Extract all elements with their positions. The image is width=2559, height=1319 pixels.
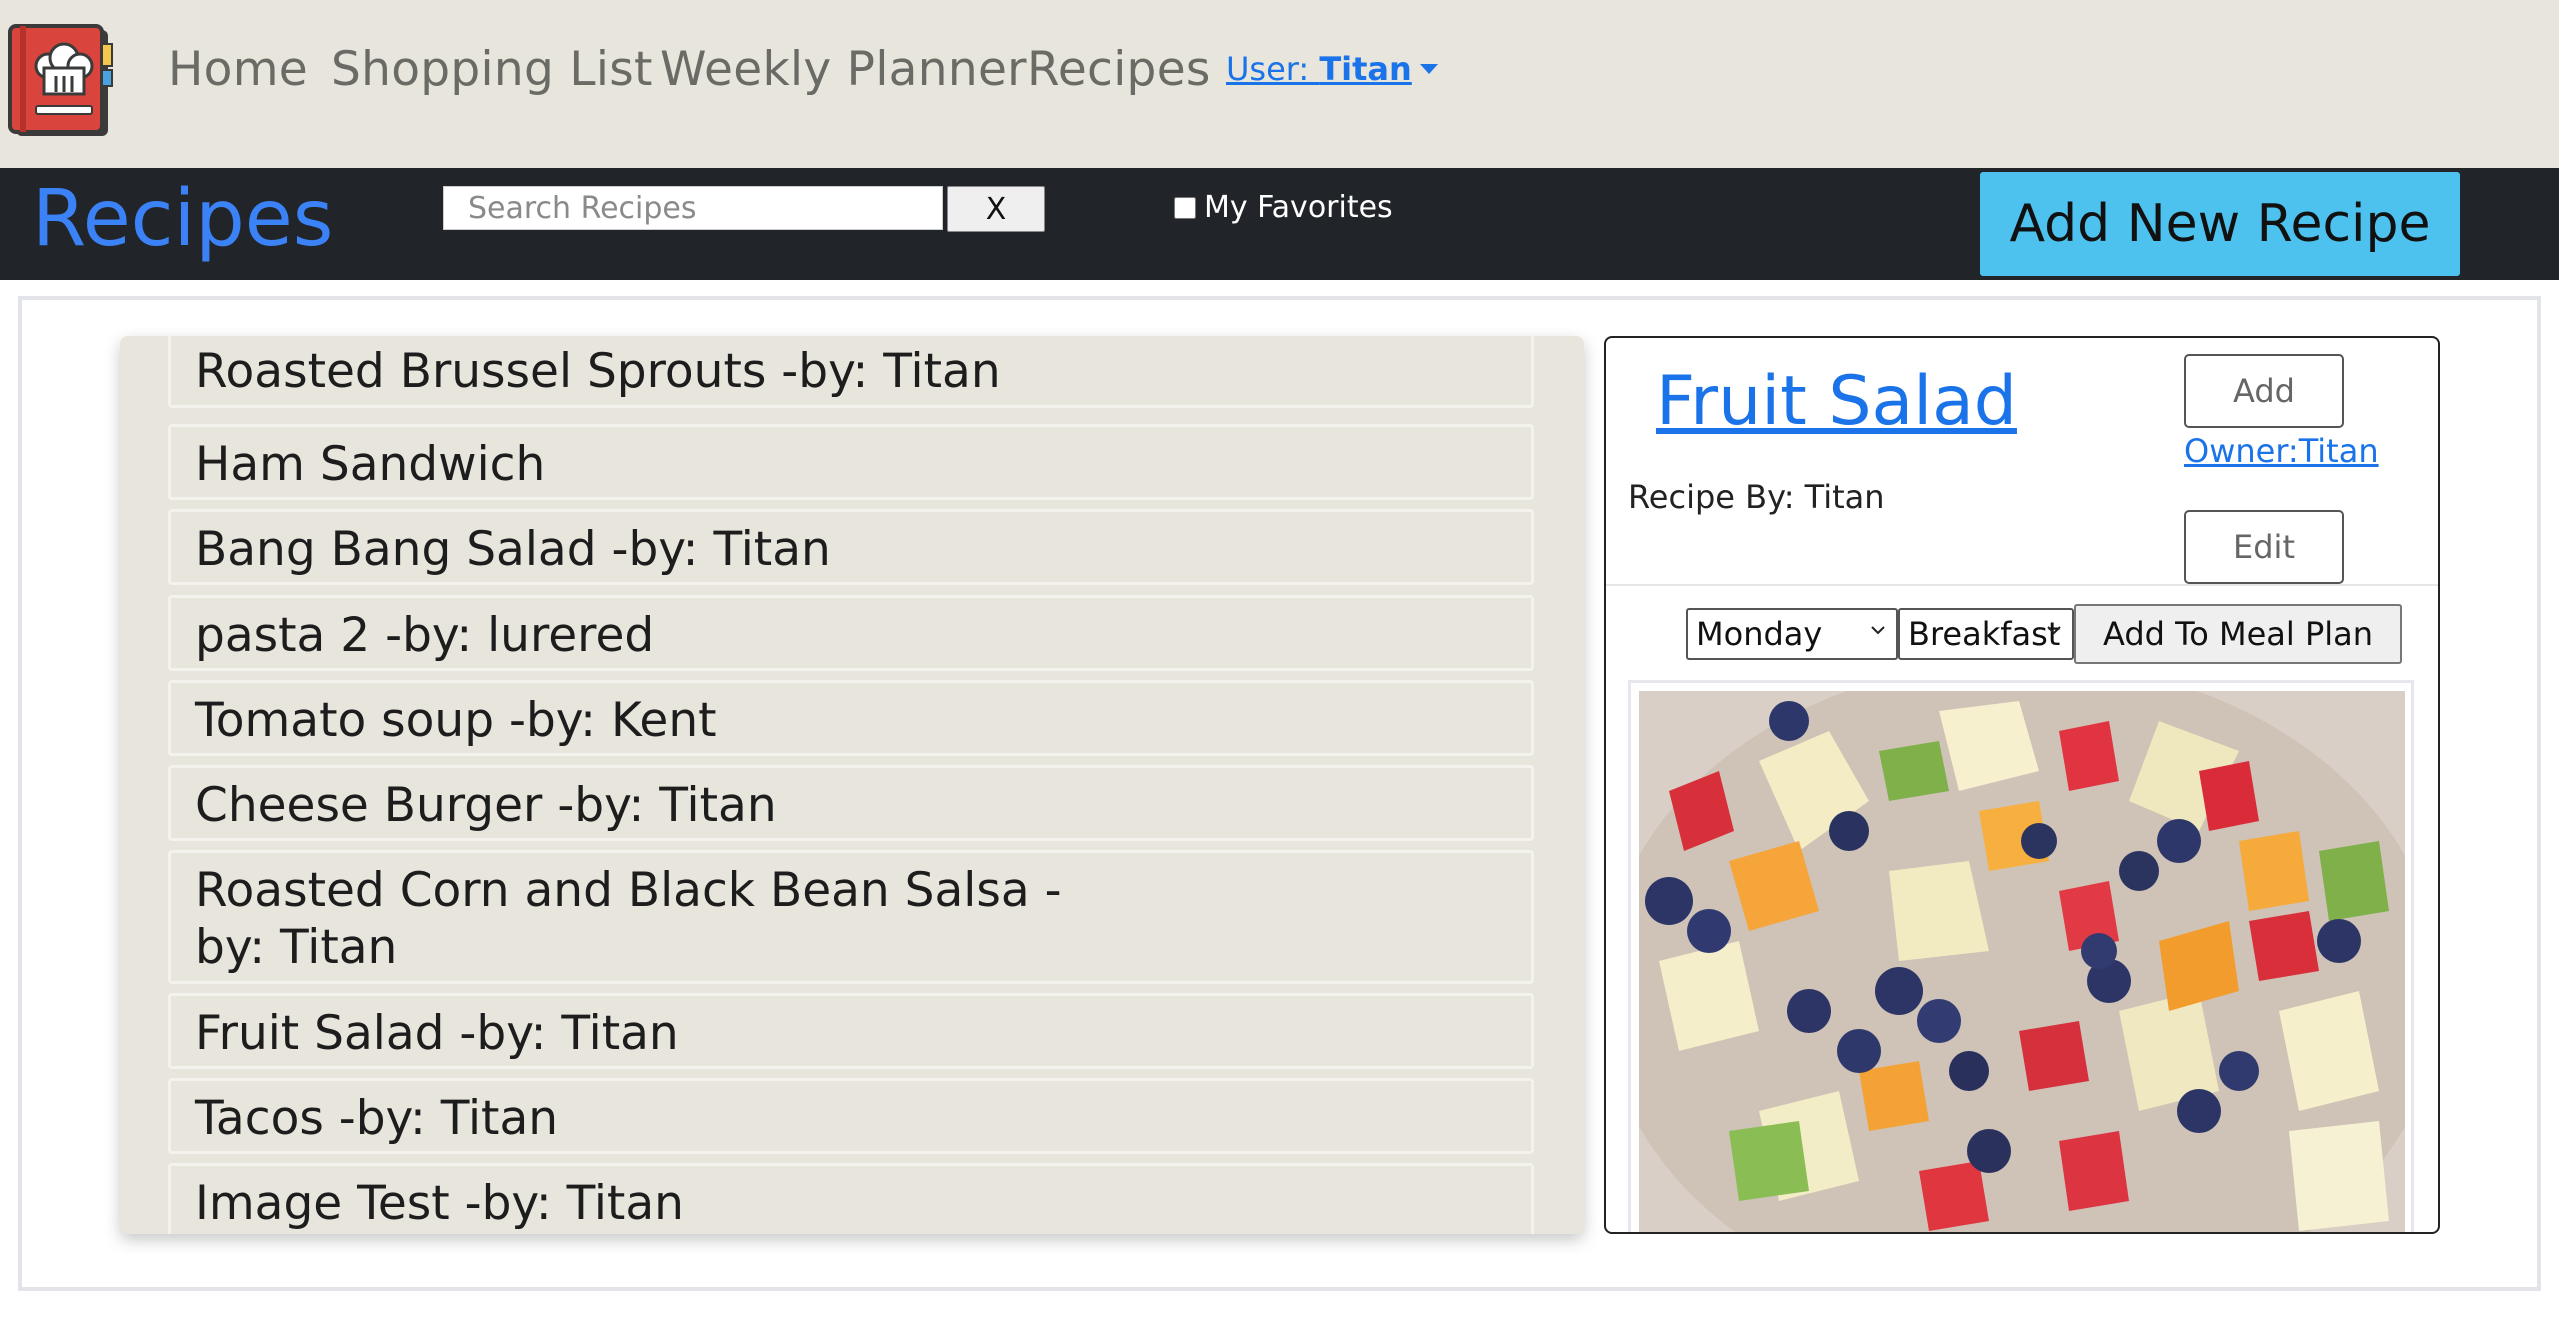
chevron-down-icon — [1871, 626, 1885, 635]
recipe-list-item[interactable]: Tacos -by: Titan — [168, 1078, 1534, 1154]
clear-search-button[interactable]: X — [947, 186, 1045, 232]
recipe-list-item[interactable]: Roasted Corn and Black Bean Salsa -by: T… — [168, 850, 1534, 984]
user-prefix: User: — [1226, 50, 1320, 88]
recipes-toolbar: Recipes X My Favorites Add New Recipe — [0, 168, 2559, 280]
user-name: Titan — [1319, 50, 1412, 88]
top-navbar: Home Shopping List Weekly Planner Recipe… — [0, 0, 2559, 168]
recipe-list-item-label: Bang Bang Salad -by: Titan — [195, 522, 831, 577]
day-select-value: Monday — [1696, 615, 1823, 653]
caret-down-icon — [1419, 64, 1438, 74]
search-input[interactable] — [443, 186, 943, 230]
add-to-meal-plan-button[interactable]: Add To Meal Plan — [2074, 604, 2402, 664]
nav-recipes-link[interactable]: Recipes — [1027, 42, 1211, 97]
recipe-detail-card: Fruit Salad Recipe By: Titan Add Owner:T… — [1604, 336, 2440, 1234]
user-dropdown[interactable]: User: Titan — [1226, 50, 1438, 88]
edit-button[interactable]: Edit — [2184, 510, 2344, 584]
recipe-list-item-label: Tomato soup -by: Kent — [195, 693, 717, 748]
day-select[interactable]: Monday — [1686, 608, 1898, 660]
recipe-list-item[interactable]: pasta 2 -by: lurered — [168, 595, 1534, 671]
recipe-list-item[interactable]: Image Test -by: Titan — [168, 1163, 1534, 1234]
nav-shopping-list-link[interactable]: Shopping List — [331, 42, 653, 97]
add-new-recipe-button[interactable]: Add New Recipe — [1980, 172, 2460, 276]
recipe-list-item[interactable]: Cheese Burger -by: Titan — [168, 765, 1534, 841]
nav-home-link[interactable]: Home — [168, 42, 308, 97]
recipe-photo-frame — [1628, 680, 2414, 1232]
nav-weekly-planner-link[interactable]: Weekly Planner — [660, 42, 1027, 97]
recipe-list-item[interactable]: Tomato soup -by: Kent — [168, 680, 1534, 756]
my-favorites-label: My Favorites — [1204, 190, 1393, 225]
recipe-list-item-label: Ham Sandwich — [195, 437, 546, 492]
fruit-salad-image — [1639, 691, 2405, 1232]
chevron-down-icon — [2047, 626, 2061, 635]
owner-link[interactable]: Owner:Titan — [2184, 432, 2379, 470]
recipe-list-item-label: Tacos -by: Titan — [195, 1091, 559, 1146]
recipe-list-item[interactable]: Roasted Brussel Sprouts -by: Titan — [168, 336, 1534, 408]
my-favorites-checkbox[interactable] — [1174, 196, 1196, 219]
page-title: Recipes — [32, 174, 334, 264]
recipe-list-item[interactable]: Ham Sandwich — [168, 424, 1534, 500]
recipe-list-item-label: pasta 2 -by: lurered — [195, 608, 655, 663]
recipe-title-link[interactable]: Fruit Salad — [1656, 362, 2017, 441]
meal-select[interactable]: Breakfast — [1898, 608, 2074, 660]
recipe-list-item-label: Roasted Corn and Black Bean Salsa -by: T… — [195, 863, 1062, 975]
recipe-list-item-label: Fruit Salad -by: Titan — [195, 1006, 679, 1061]
meal-select-value: Breakfast — [1908, 615, 2061, 653]
app-logo[interactable] — [6, 24, 118, 142]
add-button[interactable]: Add — [2184, 354, 2344, 428]
card-divider — [1606, 584, 2438, 586]
my-favorites-filter[interactable]: My Favorites — [1174, 190, 1393, 225]
recipe-author: Recipe By: Titan — [1628, 478, 1885, 516]
recipe-list-item-label: Image Test -by: Titan — [195, 1176, 684, 1231]
recipe-list-item-label: Cheese Burger -by: Titan — [195, 778, 777, 833]
recipe-list-item-label: Roasted Brussel Sprouts -by: Titan — [195, 344, 1001, 399]
chef-hat-book-icon — [8, 24, 113, 136]
recipe-list[interactable]: Roasted Brussel Sprouts -by: Titan Ham S… — [120, 336, 1584, 1234]
recipe-photo — [1639, 691, 2405, 1232]
recipe-list-item[interactable]: Fruit Salad -by: Titan — [168, 993, 1534, 1069]
recipe-list-item[interactable]: Bang Bang Salad -by: Titan — [168, 509, 1534, 585]
